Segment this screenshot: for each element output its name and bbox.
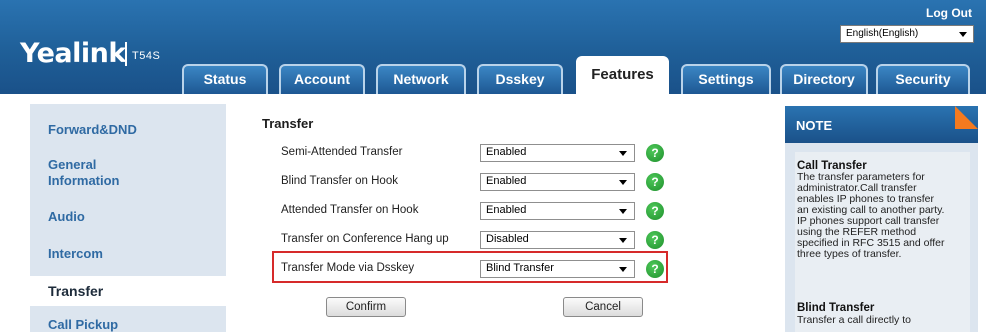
- select-transfer-mode-via-dsskey[interactable]: Blind Transfer: [480, 260, 635, 278]
- chevron-down-icon: [619, 209, 627, 214]
- select-semi-attended-transfer[interactable]: Enabled: [480, 144, 635, 162]
- brand-logo: Yealink: [20, 38, 126, 69]
- chevron-down-icon: [959, 32, 967, 37]
- chevron-down-icon: [619, 151, 627, 156]
- note-text-blind-transfer: Transfer a call directly to: [797, 314, 911, 326]
- language-select[interactable]: English(English): [840, 25, 974, 43]
- sidebar-item-forward-dnd[interactable]: Forward&DND: [48, 122, 137, 138]
- sidebar-item-call-pickup[interactable]: Call Pickup: [48, 317, 118, 332]
- help-icon[interactable]: ?: [646, 144, 664, 162]
- tab-status[interactable]: Status: [182, 64, 268, 95]
- note-corner-accent: [955, 106, 978, 129]
- sidebar: Forward&DND General Information Audio In…: [30, 104, 226, 332]
- select-transfer-on-conference-hang-up[interactable]: Disabled: [480, 231, 635, 249]
- chevron-down-icon: [619, 238, 627, 243]
- logout-link[interactable]: Log Out: [926, 6, 972, 20]
- note-header: NOTE: [785, 106, 978, 143]
- chevron-down-icon: [619, 180, 627, 185]
- model-label: T54S: [132, 50, 161, 62]
- help-icon[interactable]: ?: [646, 173, 664, 191]
- select-value: Enabled: [486, 175, 527, 187]
- select-value: Enabled: [486, 204, 527, 216]
- logo-divider: [125, 42, 127, 66]
- label-transfer-mode-via-dsskey: Transfer Mode via Dsskey: [281, 262, 415, 274]
- tab-features[interactable]: Features: [576, 56, 669, 96]
- section-title: Transfer: [262, 116, 314, 131]
- tab-underline: [0, 94, 986, 98]
- select-value: Disabled: [486, 233, 529, 245]
- sidebar-item-audio[interactable]: Audio: [48, 209, 85, 225]
- select-value: Blind Transfer: [486, 262, 554, 274]
- confirm-button[interactable]: Confirm: [326, 297, 406, 317]
- chevron-down-icon: [619, 267, 627, 272]
- sidebar-item-general-information[interactable]: General Information: [48, 157, 158, 189]
- note-title-blind-transfer: Blind Transfer: [797, 302, 875, 314]
- cancel-button[interactable]: Cancel: [563, 297, 643, 317]
- select-attended-transfer-on-hook[interactable]: Enabled: [480, 202, 635, 220]
- tab-security[interactable]: Security: [876, 64, 970, 95]
- select-value: Enabled: [486, 146, 527, 158]
- tab-network[interactable]: Network: [376, 64, 466, 95]
- tab-dsskey[interactable]: Dsskey: [477, 64, 563, 95]
- sidebar-item-transfer[interactable]: Transfer: [48, 283, 103, 299]
- label-blind-transfer-on-hook: Blind Transfer on Hook: [281, 175, 398, 187]
- help-icon[interactable]: ?: [646, 202, 664, 220]
- tab-settings[interactable]: Settings: [681, 64, 771, 95]
- help-icon[interactable]: ?: [646, 260, 664, 278]
- sidebar-item-intercom[interactable]: Intercom: [48, 246, 103, 262]
- tab-account[interactable]: Account: [279, 64, 365, 95]
- label-transfer-on-conference-hang-up: Transfer on Conference Hang up: [281, 233, 449, 245]
- language-value: English(English): [846, 28, 919, 39]
- note-text-call-transfer: The transfer parameters for administrato…: [797, 171, 945, 260]
- help-icon[interactable]: ?: [646, 231, 664, 249]
- select-blind-transfer-on-hook[interactable]: Enabled: [480, 173, 635, 191]
- label-attended-transfer-on-hook: Attended Transfer on Hook: [281, 204, 419, 216]
- tab-directory[interactable]: Directory: [780, 64, 868, 95]
- label-semi-attended-transfer: Semi-Attended Transfer: [281, 146, 403, 158]
